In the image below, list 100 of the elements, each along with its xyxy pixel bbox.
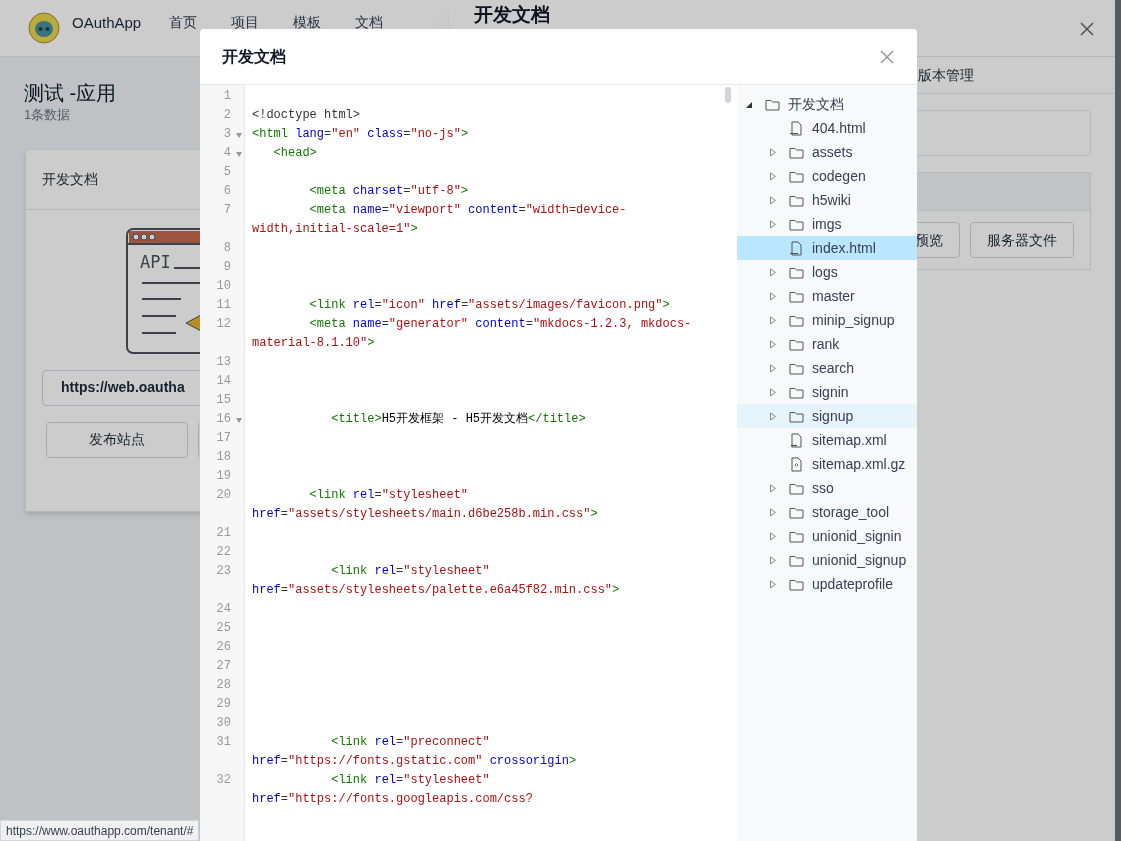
- tree-item[interactable]: 404.html: [737, 116, 917, 140]
- line-number: 11: [216, 297, 231, 314]
- line-number: 13: [216, 354, 231, 371]
- line-number: 32: [216, 772, 231, 789]
- fold-icon[interactable]: [236, 133, 242, 138]
- tree-item[interactable]: search: [737, 356, 917, 380]
- code-line: <link rel="stylesheet" href="https://fonts.googleapis.com/css?: [251, 772, 534, 808]
- scrollbar[interactable]: [725, 87, 731, 103]
- nav-link[interactable]: 文档: [355, 12, 384, 33]
- status-bar: https://www.oauthapp.com/tenant/#: [0, 820, 200, 841]
- line-number: 6: [223, 183, 231, 200]
- tree-item[interactable]: rank: [737, 332, 917, 356]
- line-number: 2: [223, 107, 231, 124]
- panel-button[interactable]: 服务器文件: [970, 222, 1074, 258]
- file-icon: [789, 456, 804, 472]
- expand-caret-icon[interactable]: [769, 411, 777, 421]
- expand-caret-icon[interactable]: [769, 507, 777, 517]
- tree-item[interactable]: sitemap.xml: [737, 428, 917, 452]
- tree-item[interactable]: index.html: [737, 236, 917, 260]
- line-number: 1: [223, 88, 231, 105]
- expand-caret-icon[interactable]: [769, 363, 777, 373]
- line-number: 7: [223, 202, 231, 219]
- line-number: 29: [216, 696, 231, 713]
- expand-caret-icon[interactable]: [769, 555, 777, 565]
- line-number: 16: [216, 411, 231, 428]
- tree-item[interactable]: updateprofile: [737, 572, 917, 596]
- logo-icon: [28, 12, 60, 44]
- tree-item[interactable]: signin: [737, 380, 917, 404]
- expand-caret-icon[interactable]: [769, 339, 777, 349]
- expand-caret-icon[interactable]: [769, 147, 777, 157]
- line-number: 22: [216, 544, 231, 561]
- code-line: <head>: [272, 145, 318, 162]
- code-line: <link rel="stylesheet" href="assets/stylesheets/main.d6be258b.min.css">: [251, 487, 599, 523]
- tree-item[interactable]: 开发文档: [737, 92, 917, 116]
- expand-caret-icon[interactable]: [769, 315, 777, 325]
- line-number: 25: [216, 620, 231, 637]
- line-number: 30: [216, 715, 231, 732]
- modal-title: 开发文档: [222, 46, 286, 67]
- tree-item[interactable]: unionid_signin: [737, 524, 917, 548]
- line-number: 17: [216, 430, 231, 447]
- expand-caret-icon[interactable]: [769, 195, 777, 205]
- expand-caret-icon[interactable]: [769, 531, 777, 541]
- expand-caret-icon[interactable]: [769, 387, 777, 397]
- code-line: <link rel="stylesheet" href="assets/stylesheets/palette.e6a45f82.min.css">: [251, 563, 621, 599]
- line-number: 14: [216, 373, 231, 390]
- tab[interactable]: 版本管理: [918, 64, 974, 86]
- tree-item[interactable]: assets: [737, 140, 917, 164]
- line-number: 23: [216, 563, 231, 580]
- fold-icon[interactable]: [236, 418, 242, 423]
- close-icon[interactable]: [1080, 22, 1094, 36]
- expand-caret-icon[interactable]: [769, 267, 777, 277]
- page-title: 测试 -应用: [24, 81, 117, 105]
- line-number: 26: [216, 639, 231, 656]
- expand-caret-icon[interactable]: [769, 483, 777, 493]
- tree-item[interactable]: unionid_signup: [737, 548, 917, 572]
- html-file-icon: [789, 240, 804, 256]
- line-number: 31: [216, 734, 231, 751]
- line-number: 3: [223, 126, 231, 143]
- line-number: 8: [223, 240, 231, 257]
- code-line: <html lang="en" class="no-js">: [251, 126, 470, 143]
- line-number: 12: [216, 316, 231, 333]
- nav-link[interactable]: 模板: [293, 12, 322, 33]
- drawer-title: 开发文档: [474, 3, 550, 27]
- close-icon[interactable]: [880, 49, 894, 64]
- line-number: 20: [216, 487, 231, 504]
- code-line: <link rel="icon" href="assets/images/favicon.png">: [308, 297, 671, 314]
- html-file-icon: [789, 120, 804, 136]
- line-number: 19: [216, 468, 231, 485]
- tree-item[interactable]: minip_signup: [737, 308, 917, 332]
- tree-item[interactable]: storage_tool: [737, 500, 917, 524]
- fold-icon[interactable]: [236, 152, 242, 157]
- tree-item[interactable]: codegen: [737, 164, 917, 188]
- expand-caret-icon[interactable]: [769, 291, 777, 301]
- code-line: <meta charset="utf-8">: [308, 183, 470, 200]
- nav-link[interactable]: 首页: [169, 12, 198, 33]
- card-title: 开发文档: [42, 169, 98, 189]
- expand-caret-icon[interactable]: [769, 171, 777, 181]
- line-number: 28: [216, 677, 231, 694]
- nav-link[interactable]: 项目: [231, 12, 260, 33]
- expand-caret-icon[interactable]: [769, 579, 777, 589]
- app-name: OAuthApp: [72, 13, 142, 33]
- expand-caret-icon[interactable]: [769, 219, 777, 229]
- tree-item[interactable]: logs: [737, 260, 917, 284]
- line-number: 15: [216, 392, 231, 409]
- line-number: 24: [216, 601, 231, 618]
- line-number: 5: [223, 164, 231, 181]
- tree-item[interactable]: master: [737, 284, 917, 308]
- record-count: 1条数据: [24, 106, 71, 124]
- line-number: 18: [216, 449, 231, 466]
- publish-button[interactable]: 发布站点: [46, 421, 188, 458]
- code-line: <!doctype html>: [251, 107, 362, 124]
- tree-item[interactable]: signup: [737, 404, 917, 428]
- tree-item[interactable]: sitemap.xml.gz: [737, 452, 917, 476]
- xml-file-icon: [789, 432, 804, 448]
- tree-item[interactable]: sso: [737, 476, 917, 500]
- line-number: 10: [216, 278, 231, 295]
- line-number: 27: [216, 658, 231, 675]
- line-number: 9: [223, 259, 231, 276]
- tree-item[interactable]: h5wiki: [737, 188, 917, 212]
- scrollbar[interactable]: [1115, 0, 1121, 841]
